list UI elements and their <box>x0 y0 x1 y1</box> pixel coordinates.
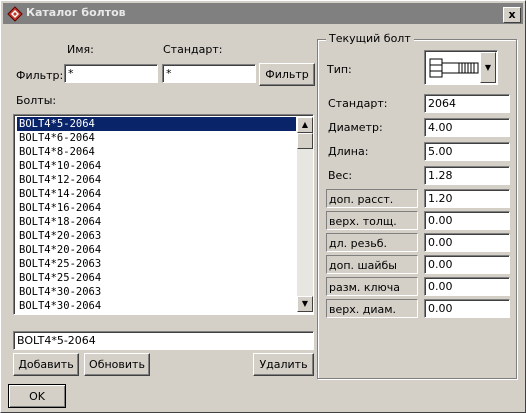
standard-column-label: Стандарт: <box>163 43 223 56</box>
window-title: Каталог болтов <box>26 6 126 19</box>
list-item[interactable]: BOLT4*20-2063 <box>17 229 296 243</box>
prop-value-field[interactable]: 4.00 <box>424 118 510 137</box>
type-dropdown-button[interactable]: ▼ <box>480 52 496 83</box>
filter-label: Фильтр: <box>16 69 64 82</box>
chevron-down-icon: ▼ <box>484 63 492 72</box>
bolts-label: Болты: <box>16 94 57 107</box>
name-filter-input[interactable]: * <box>64 64 158 83</box>
scroll-up-icon[interactable]: ▲ <box>297 117 313 133</box>
prop-label: Длина: <box>328 145 369 158</box>
list-item[interactable]: BOLT4*5-2064 <box>17 117 296 131</box>
list-scrollbar[interactable]: ▲ ▼ <box>297 117 313 312</box>
list-item[interactable]: BOLT4*12-2064 <box>17 173 296 187</box>
prop-label: Диаметр: <box>328 121 383 134</box>
prop-label: Вес: <box>328 169 353 182</box>
update-button[interactable]: Обновить <box>84 353 150 376</box>
prop-value-field[interactable]: 1.20 <box>424 189 510 208</box>
prop-value-field[interactable]: 0.00 <box>424 233 510 252</box>
prop-label: верх. толщ. <box>326 211 418 230</box>
update-button-label: Обновить <box>89 358 145 371</box>
add-button-label: Добавить <box>18 358 74 371</box>
list-item[interactable]: BOLT4*8-2064 <box>17 145 296 159</box>
list-item[interactable]: BOLT4*25-2063 <box>17 257 296 271</box>
add-button[interactable]: Добавить <box>13 353 79 376</box>
close-button[interactable]: x <box>503 7 521 23</box>
delete-button-label: Удалить <box>259 358 308 371</box>
list-item[interactable]: BOLT4*6-2064 <box>17 131 296 145</box>
list-item[interactable]: BOLT4*20-2064 <box>17 243 296 257</box>
filter-button[interactable]: Фильтр <box>259 63 315 86</box>
ok-button[interactable]: OK <box>8 384 66 408</box>
prop-value-field[interactable]: 5.00 <box>424 142 510 161</box>
close-icon: x <box>508 8 516 21</box>
current-bolt-group <box>317 39 517 379</box>
prop-label: доп. расст. <box>326 189 418 208</box>
list-item[interactable]: BOLT4*25-2064 <box>17 271 296 285</box>
standard-filter-input[interactable]: * <box>162 64 256 83</box>
bolts-listbox[interactable]: BOLT4*5-2064 BOLT4*6-2064 BOLT4*8-2064 BOLT… <box>13 114 314 315</box>
prop-label: верх. диам. <box>326 299 418 318</box>
list-item[interactable]: BOLT4*30-2063 <box>17 285 296 299</box>
list-item[interactable]: BOLT4*16-2064 <box>17 201 296 215</box>
type-label: Тип: <box>327 63 352 76</box>
bolt-catalog-window: Каталог болтов x Имя: Стандарт: Фильтр: … <box>0 0 526 413</box>
scroll-thumb[interactable] <box>297 133 313 149</box>
title-bar[interactable]: Каталог болтов x <box>3 3 523 24</box>
list-item[interactable]: BOLT4*30-2064 <box>17 299 296 313</box>
app-icon <box>7 6 23 22</box>
prop-value-field[interactable]: 0.00 <box>424 211 510 230</box>
scroll-down-icon[interactable]: ▼ <box>297 296 313 312</box>
list-item[interactable]: BOLT4*10-2064 <box>17 159 296 173</box>
prop-value-field[interactable]: 0.00 <box>424 255 510 274</box>
delete-button[interactable]: Удалить <box>253 353 314 376</box>
ok-button-label: OK <box>29 389 45 403</box>
prop-value-field[interactable]: 0.00 <box>424 277 510 296</box>
filter-button-label: Фильтр <box>265 68 309 81</box>
prop-label: дл. резьб. <box>326 233 418 252</box>
bolt-icon <box>429 57 481 82</box>
list-item[interactable]: BOLT4*14-2064 <box>17 187 296 201</box>
current-bolt-title: Текущий болт <box>326 32 414 45</box>
list-item[interactable]: BOLT4*18-2064 <box>17 215 296 229</box>
prop-value-field[interactable]: 1.28 <box>424 166 510 185</box>
name-column-label: Имя: <box>67 43 94 56</box>
prop-label: Стандарт: <box>328 97 388 110</box>
prop-value-field[interactable]: 0.00 <box>424 299 510 318</box>
prop-value-field[interactable]: 2064 <box>424 94 510 113</box>
prop-label: разм. ключа <box>326 277 418 296</box>
prop-label: доп. шайбы <box>326 255 418 274</box>
bolt-name-input[interactable]: BOLT4*5-2064 <box>13 331 314 350</box>
